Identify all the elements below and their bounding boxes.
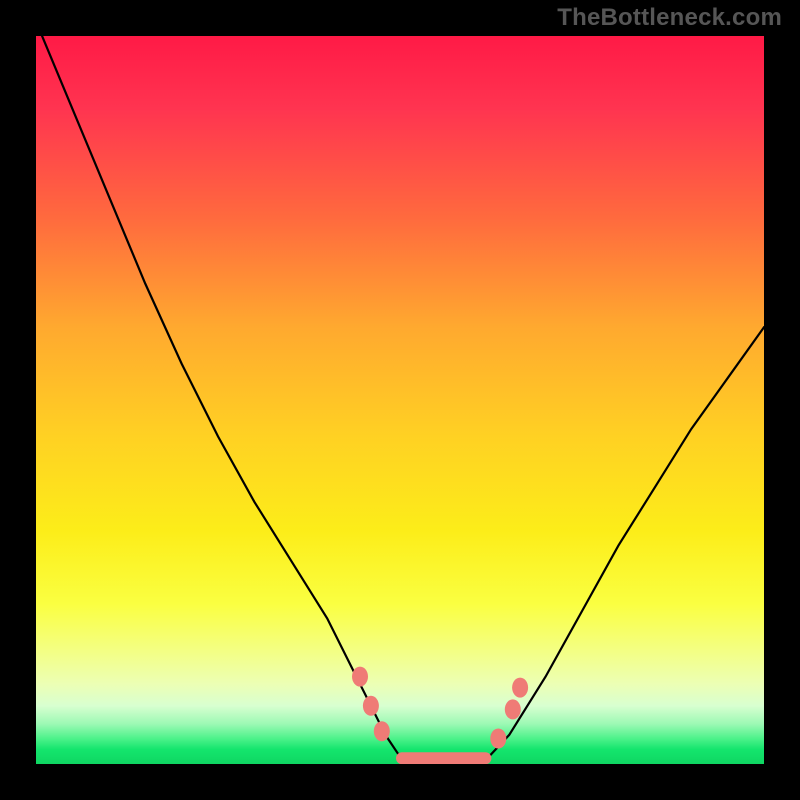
curve-markers: [352, 667, 528, 749]
curve-marker: [490, 729, 506, 749]
right-curve-path: [487, 327, 764, 758]
chart-frame: TheBottleneck.com: [0, 0, 800, 800]
watermark-text: TheBottleneck.com: [557, 4, 782, 32]
curve-marker: [505, 699, 521, 719]
curve-layer: [36, 36, 764, 764]
curve-marker: [374, 721, 390, 741]
left-curve-path: [36, 36, 400, 757]
plot-area: [36, 36, 764, 764]
valley-marker-pill: [396, 752, 491, 764]
curve-marker: [363, 696, 379, 716]
curve-marker: [512, 678, 528, 698]
curve-marker: [352, 667, 368, 687]
